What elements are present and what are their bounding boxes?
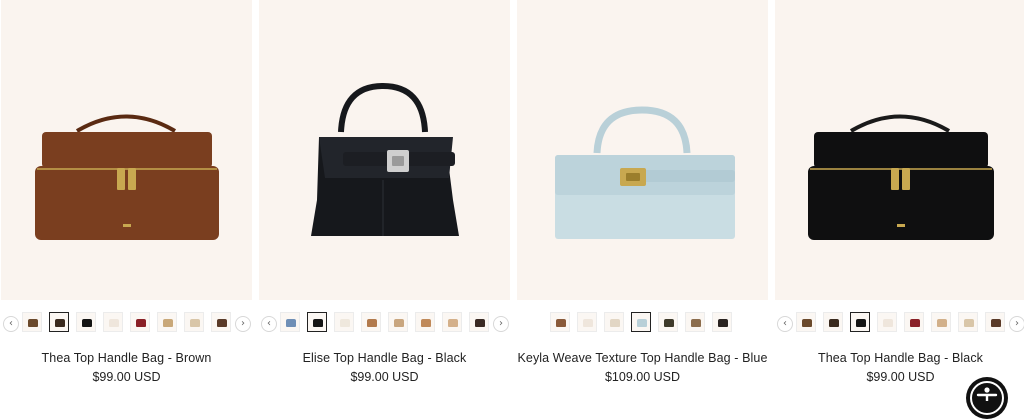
color-swatches <box>517 310 768 336</box>
product-title[interactable]: Elise Top Handle Bag - Black <box>259 351 510 365</box>
color-swatch[interactable] <box>685 312 705 332</box>
product-image[interactable] <box>1 0 252 300</box>
product-title[interactable]: Keyla Weave Texture Top Handle Bag - Blu… <box>517 351 768 365</box>
product-price: $99.00 USD <box>350 370 419 384</box>
color-swatches: ‹ › <box>775 310 1024 336</box>
color-swatch[interactable] <box>280 312 300 332</box>
color-swatch[interactable] <box>550 312 570 332</box>
color-swatch[interactable] <box>658 312 678 332</box>
color-swatch-selected[interactable] <box>631 312 651 332</box>
color-swatch[interactable] <box>184 312 204 332</box>
product-image[interactable] <box>259 0 510 300</box>
color-swatch[interactable] <box>469 312 489 332</box>
chevron-right-icon[interactable]: › <box>235 316 251 332</box>
color-swatch[interactable] <box>958 312 978 332</box>
chevron-left-icon[interactable]: ‹ <box>261 316 277 332</box>
color-swatch[interactable] <box>796 312 816 332</box>
color-swatch[interactable] <box>712 312 732 332</box>
color-swatch[interactable] <box>904 312 924 332</box>
product-card[interactable]: ‹ › Elise Top Handle Bag - Black $99.00 … <box>259 0 510 397</box>
product-title[interactable]: Thea Top Handle Bag - Brown <box>1 351 252 365</box>
color-swatch[interactable] <box>334 312 354 332</box>
color-swatch[interactable] <box>157 312 177 332</box>
color-swatch[interactable] <box>76 312 96 332</box>
product-title[interactable]: Thea Top Handle Bag - Black <box>775 351 1024 365</box>
color-swatch[interactable] <box>877 312 897 332</box>
color-swatch[interactable] <box>22 312 42 332</box>
color-swatch[interactable] <box>361 312 381 332</box>
product-price: $109.00 USD <box>604 370 681 384</box>
chevron-right-icon[interactable]: › <box>493 316 509 332</box>
accessibility-icon[interactable] <box>966 377 1008 419</box>
color-swatches: ‹ › <box>1 310 252 336</box>
color-swatch[interactable] <box>388 312 408 332</box>
color-swatch[interactable] <box>130 312 150 332</box>
product-price: $99.00 USD <box>92 370 161 384</box>
chevron-left-icon[interactable]: ‹ <box>3 316 19 332</box>
product-image[interactable] <box>775 0 1024 300</box>
color-swatch[interactable] <box>823 312 843 332</box>
color-swatches: ‹ › <box>259 310 510 336</box>
color-swatch[interactable] <box>577 312 597 332</box>
color-swatch[interactable] <box>211 312 231 332</box>
chevron-right-icon[interactable]: › <box>1009 316 1024 332</box>
color-swatch[interactable] <box>604 312 624 332</box>
color-swatch[interactable] <box>415 312 435 332</box>
product-card[interactable]: ‹ › Thea Top Handle Bag - Black $99.00 U… <box>775 0 1024 397</box>
color-swatch-selected[interactable] <box>307 312 327 332</box>
color-swatch-selected[interactable] <box>49 312 69 332</box>
product-card[interactable]: Keyla Weave Texture Top Handle Bag - Blu… <box>517 0 768 397</box>
color-swatch[interactable] <box>442 312 462 332</box>
color-swatch[interactable] <box>103 312 123 332</box>
color-swatch[interactable] <box>985 312 1005 332</box>
chevron-left-icon[interactable]: ‹ <box>777 316 793 332</box>
color-swatch[interactable] <box>931 312 951 332</box>
color-swatch-selected[interactable] <box>850 312 870 332</box>
product-image[interactable] <box>517 0 768 300</box>
product-card[interactable]: ‹ › Thea Top Handle Bag - Brown $99.00 U… <box>1 0 252 397</box>
